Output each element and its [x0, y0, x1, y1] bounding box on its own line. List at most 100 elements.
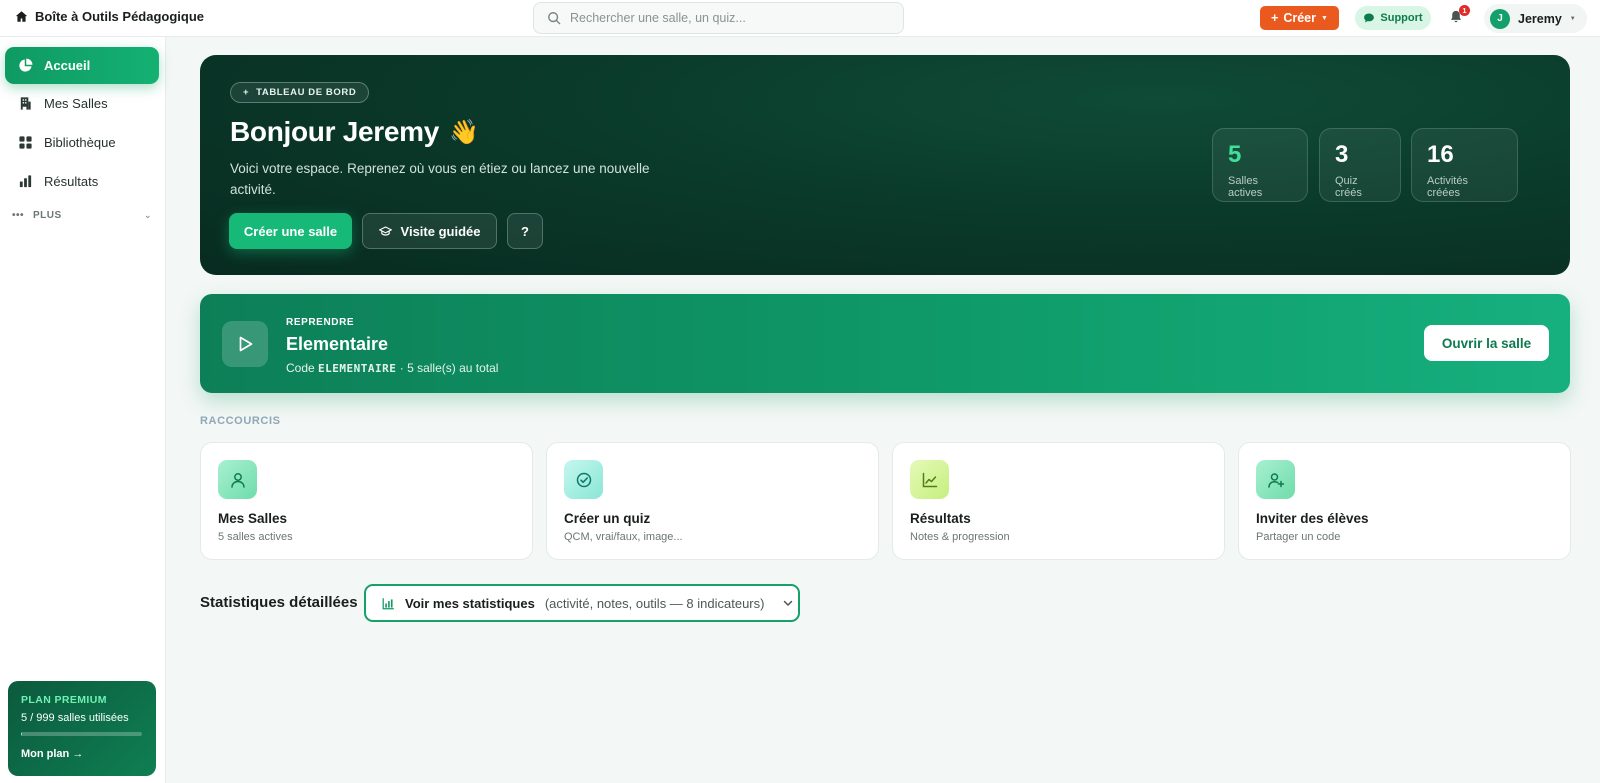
card-subtitle: 5 salles actives [218, 531, 293, 543]
stat-label: Quiz créés [1335, 175, 1362, 199]
chat-bubble-icon [1364, 13, 1375, 23]
sidebar: Accueil Mes Salles Bibliothèque Résultat… [0, 37, 166, 783]
stat-quizzes-created: 3 Quiz créés [1319, 128, 1401, 202]
resume-play-button[interactable] [222, 321, 268, 367]
notification-badge: 1 [1459, 5, 1470, 16]
chip-label: TABLEAU DE BORD [256, 87, 357, 98]
detailed-stats-heading: Statistiques détaillées [200, 594, 358, 611]
create-button[interactable]: + Créer ▼ [1260, 6, 1339, 30]
stat-value: 5 [1228, 141, 1242, 168]
resume-banner: REPRENDRE Elementaire Code ELEMENTAIRE ·… [200, 294, 1570, 393]
stat-value: 3 [1335, 141, 1349, 168]
premium-title: PLAN PREMIUM [21, 694, 107, 706]
user-name: Jeremy [1518, 11, 1562, 26]
card-title: Créer un quiz [564, 511, 651, 526]
brand[interactable]: Boîte à Outils Pédagogique [15, 9, 204, 24]
stat-active-rooms: 5 Salles actives [1212, 128, 1308, 202]
sidebar-item-accueil[interactable]: Accueil [5, 47, 159, 84]
shortcut-my-rooms[interactable]: Mes Salles 5 salles actives [200, 442, 533, 560]
plus-icon: + [1271, 11, 1279, 25]
caret-down-icon: ▼ [1569, 15, 1576, 22]
stat-activities-created: 16 Activités créées [1411, 128, 1518, 202]
card-icon-box [218, 460, 257, 499]
premium-usage-fill [21, 732, 22, 736]
sidebar-item-label: Bibliothèque [44, 135, 116, 150]
line-chart-icon [922, 472, 937, 487]
guided-tour-label: Visite guidée [400, 223, 481, 239]
card-title: Mes Salles [218, 511, 288, 526]
card-subtitle: Notes & progression [910, 531, 1010, 543]
chevron-down-icon [784, 600, 793, 606]
card-subtitle: QCM, vrai/faux, image... [564, 531, 683, 543]
card-title: Résultats [910, 511, 971, 526]
sidebar-more-toggle[interactable]: ••• PLUS ⌄ [12, 207, 152, 223]
code-suffix: · 5 salle(s) au total [399, 361, 499, 375]
pie-chart-icon [19, 58, 33, 72]
search-icon [548, 12, 561, 25]
avatar: J [1490, 8, 1510, 29]
open-room-button[interactable]: Ouvrir la salle [1424, 325, 1549, 361]
user-plus-icon [1267, 472, 1284, 488]
bar-chart-icon [382, 597, 394, 609]
support-label: Support [1380, 12, 1423, 24]
my-plan-link[interactable]: Mon plan → [21, 748, 143, 760]
card-icon-box [564, 460, 603, 499]
sidebar-item-label: Accueil [44, 58, 91, 73]
stat-label: Salles actives [1228, 175, 1263, 199]
play-icon [239, 336, 253, 352]
bar-chart-icon [19, 175, 32, 188]
card-icon-box [910, 460, 949, 499]
building-icon [20, 97, 31, 110]
sidebar-item-label: Résultats [44, 174, 99, 189]
room-code: ELEMENTAIRE [318, 362, 397, 375]
brand-name: Boîte à Outils Pédagogique [35, 9, 205, 24]
chevron-down-icon: ⌄ [143, 209, 152, 220]
toggle-label: Voir mes statistiques [405, 595, 535, 611]
dashboard-hero: + TABLEAU DE BORD Bonjour Jeremy 👋 Voici… [200, 55, 1570, 275]
top-bar: Boîte à Outils Pédagogique + Créer ▼ Sup… [0, 0, 1600, 37]
home-icon [15, 11, 28, 22]
user-menu[interactable]: J Jeremy ▼ [1484, 4, 1587, 33]
support-button[interactable]: Support [1355, 6, 1431, 30]
greeting: Bonjour Jeremy [230, 116, 439, 147]
grid-icon [19, 136, 32, 149]
graduation-cap-icon [378, 225, 392, 236]
card-subtitle: Partager un code [1256, 531, 1341, 543]
stat-value: 16 [1427, 141, 1454, 168]
shortcut-invite-students[interactable]: Inviter des élèves Partager un code [1238, 442, 1571, 560]
view-stats-toggle[interactable]: Voir mes statistiques (activité, notes, … [364, 584, 800, 622]
sidebar-item-label: Mes Salles [44, 96, 108, 111]
guided-tour-button[interactable]: Visite guidée [362, 213, 497, 249]
resume-room-code: Code ELEMENTAIRE · 5 salle(s) au total [286, 361, 498, 375]
toggle-detail: (activité, notes, outils — 8 indicateurs… [544, 595, 765, 611]
resume-room-name: Elementaire [286, 334, 389, 354]
search-box[interactable] [533, 2, 904, 34]
caret-down-icon: ▼ [1321, 14, 1328, 22]
search-input[interactable] [570, 11, 890, 25]
more-dots-icon: ••• [12, 209, 25, 221]
sidebar-item-bibliotheque[interactable]: Bibliothèque [5, 124, 159, 161]
check-circle-icon [576, 472, 591, 487]
shortcut-results[interactable]: Résultats Notes & progression [892, 442, 1225, 560]
dashboard-chip: + TABLEAU DE BORD [230, 82, 370, 103]
card-title: Inviter des élèves [1256, 511, 1369, 526]
shortcut-create-quiz[interactable]: Créer un quiz QCM, vrai/faux, image... [546, 442, 879, 560]
hero-subtitle: Voici votre espace. Reprenez où vous en … [230, 161, 650, 197]
premium-usage-bar [21, 732, 142, 736]
code-prefix: Code [286, 361, 315, 375]
stat-label: Activités créées [1427, 175, 1468, 199]
user-icon [230, 472, 245, 488]
create-room-button[interactable]: Créer une salle [229, 213, 352, 249]
premium-plan-card: PLAN PREMIUM 5 / 999 salles utilisées Mo… [8, 681, 156, 776]
sidebar-item-resultats[interactable]: Résultats [5, 163, 159, 200]
premium-usage: 5 / 999 salles utilisées [21, 712, 129, 724]
sidebar-item-mes-salles[interactable]: Mes Salles [5, 85, 159, 122]
card-icon-box [1256, 460, 1295, 499]
page-title: Bonjour Jeremy 👋 [230, 116, 479, 148]
resume-kicker: REPRENDRE [286, 317, 355, 328]
help-button[interactable]: ? [507, 213, 543, 249]
sparkle-icon: + [243, 87, 250, 98]
more-label: PLUS [33, 209, 62, 221]
shortcuts-heading: RACCOURCIS [200, 415, 281, 427]
waving-hand-icon: 👋 [448, 118, 479, 146]
